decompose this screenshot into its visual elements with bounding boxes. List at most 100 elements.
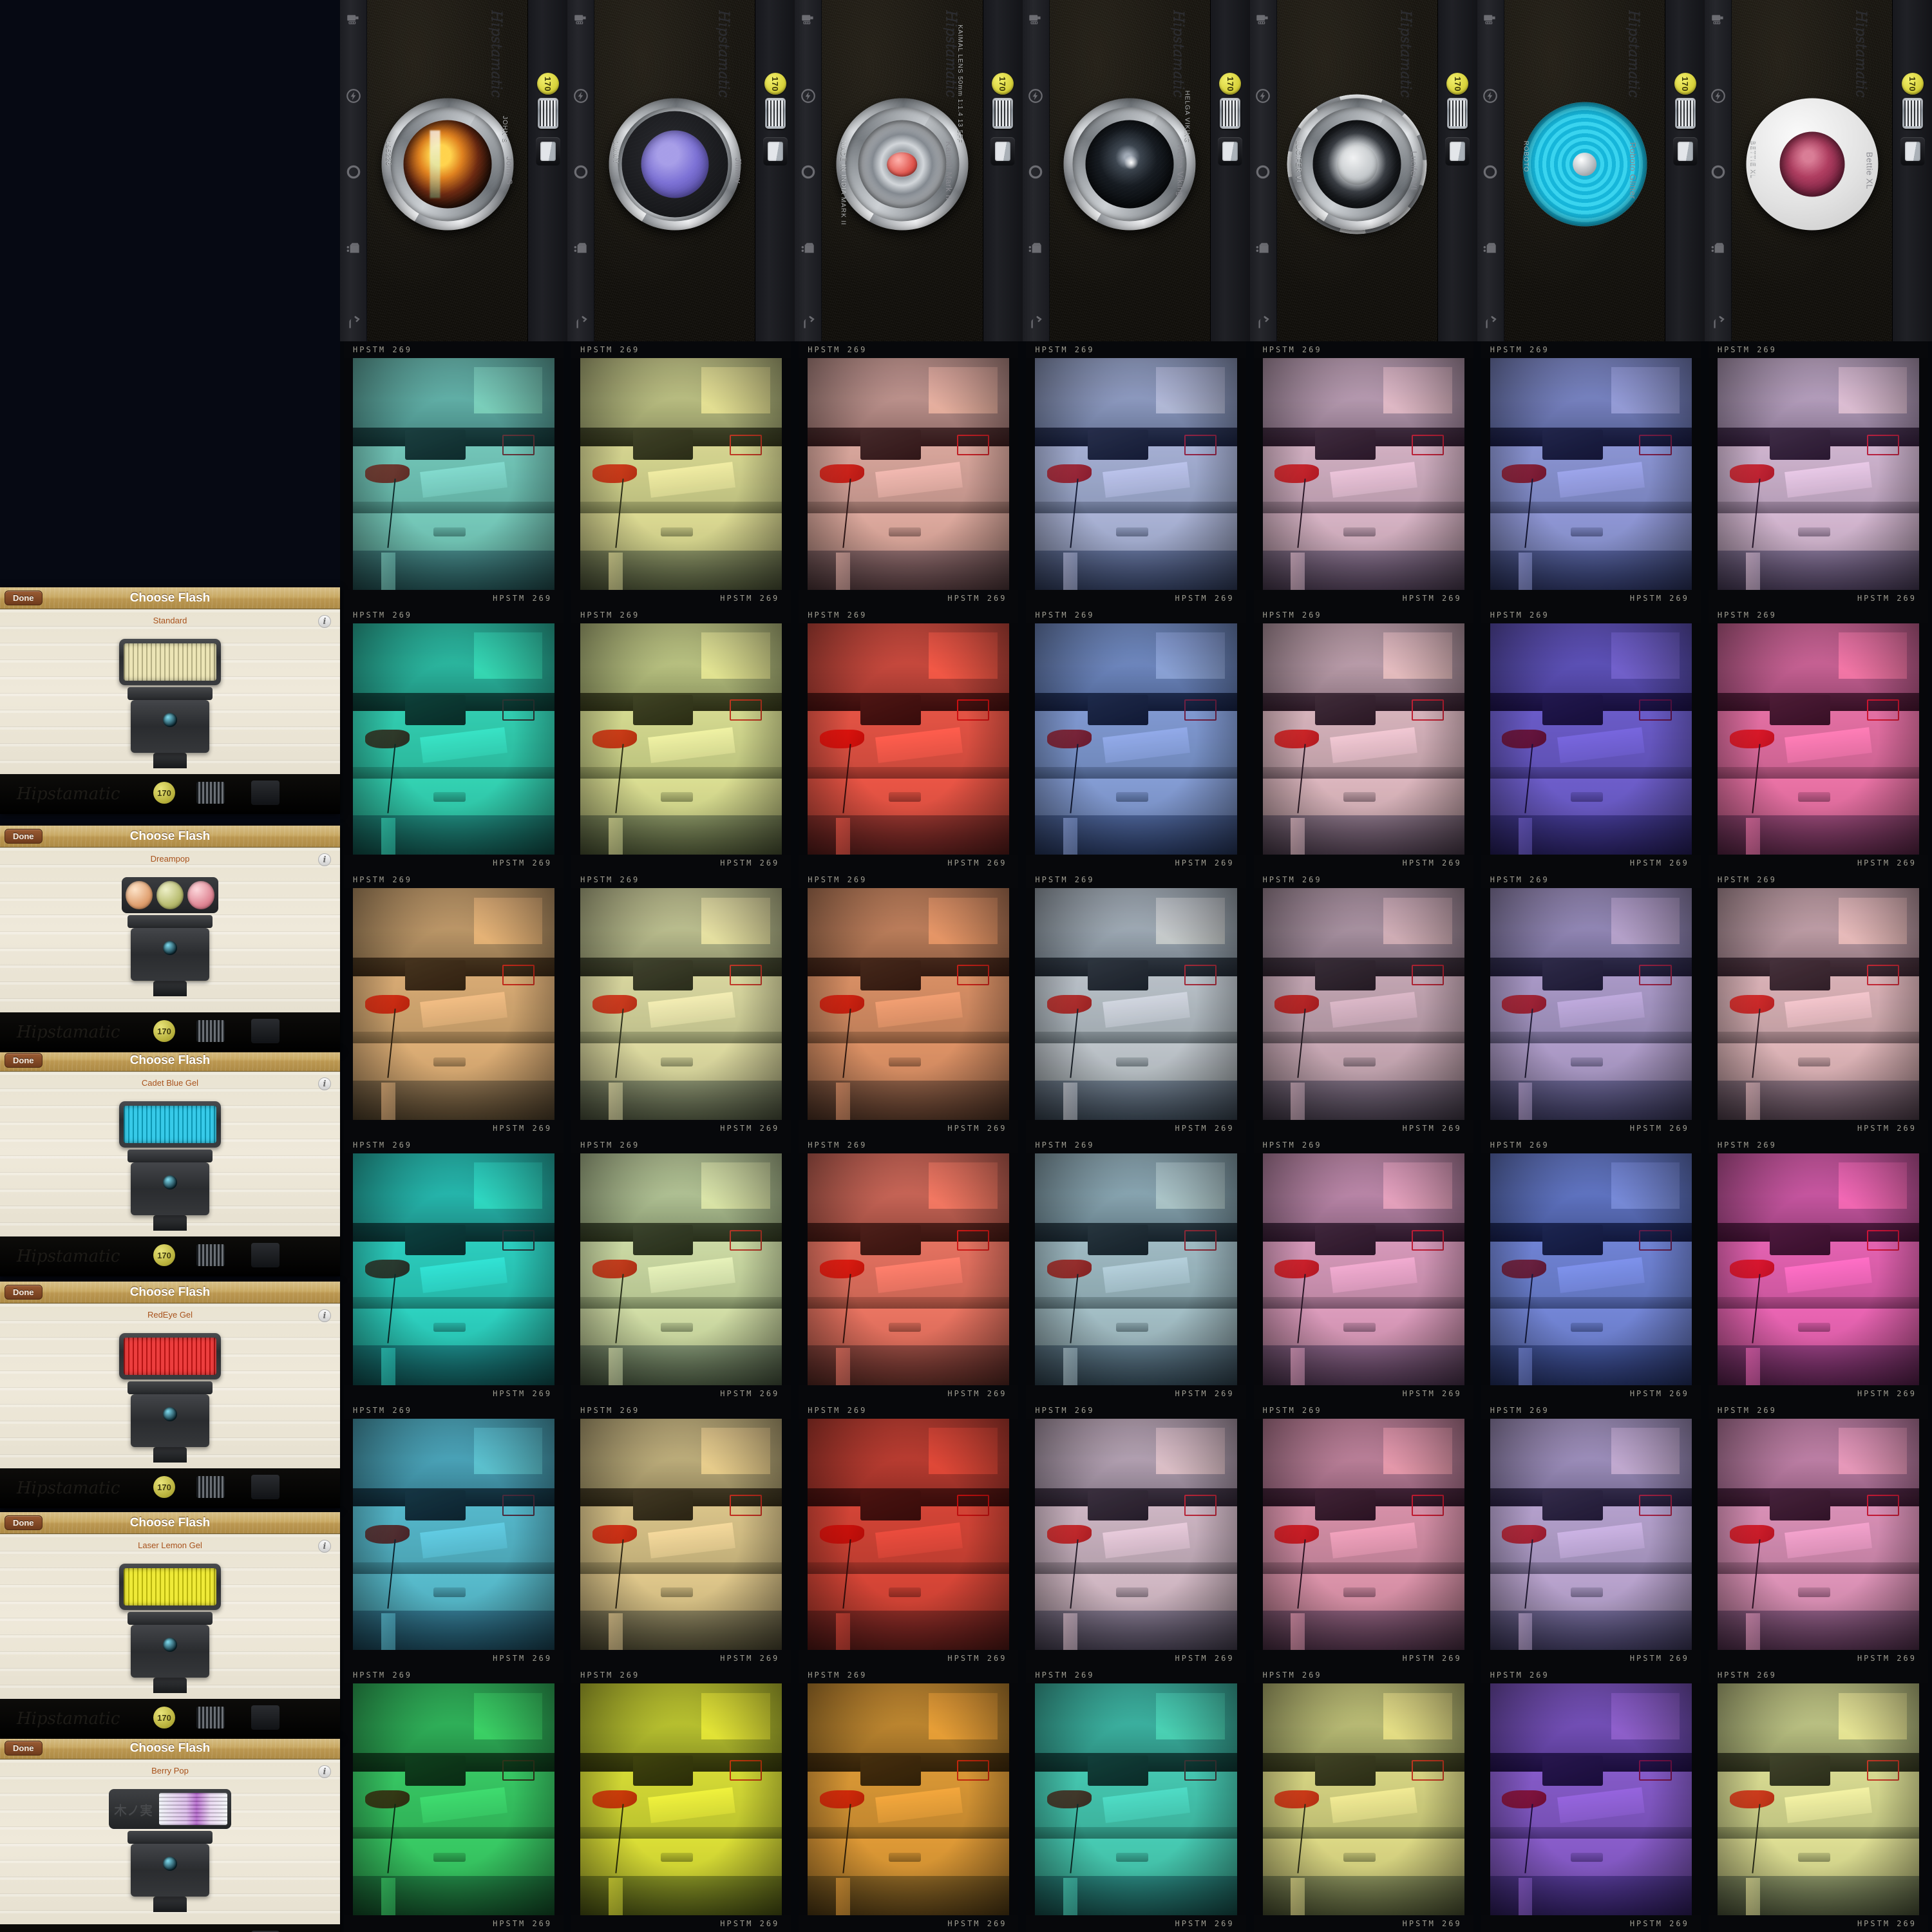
camera-right-rail[interactable]: Hipstamatic 170 (943, 0, 1023, 341)
film-roll-icon[interactable] (1482, 12, 1499, 28)
shutter-button[interactable] (1900, 137, 1925, 166)
photo-frame[interactable]: HPSTM 269 HPSTM 269 (344, 1401, 564, 1667)
photo-cell[interactable]: HPSTM 269 HPSTM 269 (1705, 606, 1932, 872)
case-icon[interactable] (1482, 240, 1499, 256)
flash-window[interactable] (1447, 98, 1468, 129)
photo-frame[interactable]: HPSTM 269 HPSTM 269 (1708, 606, 1928, 872)
photo-image[interactable] (1490, 888, 1692, 1120)
photo-cell[interactable]: HPSTM 269 HPSTM 269 (340, 1401, 567, 1667)
photo-image[interactable] (808, 1418, 1010, 1651)
photo-image[interactable] (1035, 358, 1237, 590)
camera-right-rail[interactable]: Hipstamatic 170 (1398, 0, 1477, 341)
photo-frame[interactable]: HPSTM 269 HPSTM 269 (1708, 1136, 1928, 1402)
photo-cell[interactable]: HPSTM 269 HPSTM 269 (1250, 341, 1477, 607)
photo-frame[interactable]: HPSTM 269 HPSTM 269 (1253, 606, 1473, 872)
photo-cell[interactable]: HPSTM 269 HPSTM 269 (567, 606, 795, 872)
lens-icon[interactable] (1710, 164, 1727, 180)
photo-cell[interactable]: HPSTM 269 HPSTM 269 (567, 1136, 795, 1402)
info-icon[interactable]: i (318, 1309, 331, 1322)
flash-panel-body[interactable]: Laser Lemon Gel i Hipstamatic 170 (0, 1534, 340, 1739)
camera-right-rail[interactable]: Hipstamatic 170 (1853, 0, 1932, 341)
film-speed-badge[interactable]: 170 (992, 73, 1014, 95)
choose-flash-panel[interactable]: Done Choose Flash RedEye Gel i Hipstamatic 17… (0, 1282, 340, 1508)
flip-camera-icon[interactable] (800, 316, 817, 332)
photo-image[interactable] (1262, 888, 1464, 1120)
camera-right-rail[interactable]: Hipstamatic 170 (1625, 0, 1705, 341)
photo-cell[interactable]: HPSTM 269 HPSTM 269 (1705, 1667, 1932, 1932)
photo-image[interactable] (353, 358, 555, 590)
photo-cell[interactable]: HPSTM 269 HPSTM 269 (1477, 1401, 1705, 1667)
info-icon[interactable]: i (318, 853, 331, 866)
choose-flash-panel[interactable]: Done Choose Flash Standard i Hipstamatic 170 (0, 587, 340, 814)
camera-right-rail[interactable]: Hipstamatic 170 (1170, 0, 1250, 341)
photo-image[interactable] (353, 623, 555, 855)
lens-icon[interactable] (1255, 164, 1271, 180)
photo-frame[interactable]: HPSTM 269 HPSTM 269 (1481, 606, 1701, 872)
photo-frame[interactable]: HPSTM 269 HPSTM 269 (799, 606, 1019, 872)
flash-icon[interactable] (573, 88, 589, 104)
info-icon[interactable]: i (318, 1540, 331, 1553)
case-icon[interactable] (1710, 240, 1727, 256)
photo-image[interactable] (1262, 623, 1464, 855)
photo-image[interactable] (1262, 1418, 1464, 1651)
photo-frame[interactable]: HPSTM 269 HPSTM 269 (1481, 341, 1701, 607)
flash-panel-body[interactable]: Berry Pop i 木ノ実 Hipstamatic170 (0, 1759, 340, 1932)
camera-unit[interactable]: LUCIFER VI Lucifer VI Hipstamatic 170 (1249, 0, 1477, 341)
photo-frame[interactable]: HPSTM 269 HPSTM 269 (799, 871, 1019, 1137)
case-icon[interactable] (1027, 240, 1044, 256)
photo-cell[interactable]: HPSTM 269 HPSTM 269 (1022, 606, 1249, 872)
shutter-button[interactable] (1218, 137, 1243, 166)
photo-image[interactable] (1490, 1418, 1692, 1651)
photo-cell[interactable]: HPSTM 269 HPSTM 269 (795, 871, 1022, 1137)
photo-frame[interactable]: HPSTM 269 HPSTM 269 (344, 606, 564, 872)
flash-icon[interactable] (1027, 88, 1044, 104)
photo-image[interactable] (580, 1153, 782, 1385)
photo-frame[interactable]: HPSTM 269 HPSTM 269 (1481, 1667, 1701, 1932)
photo-frame[interactable]: HPSTM 269 HPSTM 269 (571, 1136, 791, 1402)
camera-lens-strip[interactable]: 195226 JOHN S John S Hipstamatic 170 JIMMY Jim… (340, 0, 1932, 341)
lens-icon[interactable] (800, 164, 817, 180)
flash-panel-body[interactable]: Standard i Hipstamatic 170 (0, 609, 340, 814)
shutter-button[interactable] (990, 137, 1016, 166)
flash-icon[interactable] (1710, 88, 1727, 104)
lens-icon[interactable] (1482, 164, 1499, 180)
photo-cell[interactable]: HPSTM 269 HPSTM 269 (340, 606, 567, 872)
choose-flash-panel[interactable]: Done Choose Flash Dreampop i Hipstamatic 170 (0, 826, 340, 1052)
flip-camera-icon[interactable] (1710, 316, 1727, 332)
flip-camera-icon[interactable] (573, 316, 589, 332)
flash-icon[interactable] (800, 88, 817, 104)
photo-cell[interactable]: HPSTM 269 HPSTM 269 (795, 341, 1022, 607)
film-speed-badge[interactable]: 170 (1219, 73, 1242, 95)
camera-side-toolbar[interactable] (795, 0, 822, 341)
photo-frame[interactable]: HPSTM 269 HPSTM 269 (344, 1667, 564, 1932)
case-icon[interactable] (1255, 240, 1271, 256)
camera-right-rail[interactable]: Hipstamatic 170 (488, 0, 568, 341)
flip-camera-icon[interactable] (1482, 316, 1499, 332)
flash-panel-body[interactable]: Dreampop i Hipstamatic 170 (0, 848, 340, 1052)
film-speed-badge[interactable]: 170 (764, 73, 786, 95)
photo-frame[interactable]: HPSTM 269 HPSTM 269 (344, 341, 564, 607)
info-icon[interactable]: i (318, 1765, 331, 1778)
photo-frame[interactable]: HPSTM 269 HPSTM 269 (1708, 1667, 1928, 1932)
photo-image[interactable] (1717, 1153, 1919, 1385)
photo-cell[interactable]: HPSTM 269 HPSTM 269 (1477, 871, 1705, 1137)
photo-image[interactable] (1717, 623, 1919, 855)
shutter-button[interactable] (1672, 137, 1698, 166)
photo-cell[interactable]: HPSTM 269 HPSTM 269 (1022, 1401, 1249, 1667)
photo-image[interactable] (1717, 1418, 1919, 1651)
photo-cell[interactable]: HPSTM 269 HPSTM 269 (1250, 1667, 1477, 1932)
photo-frame[interactable]: HPSTM 269 HPSTM 269 (344, 871, 564, 1137)
photo-cell[interactable]: HPSTM 269 HPSTM 269 (1022, 1136, 1249, 1402)
photo-cell[interactable]: HPSTM 269 HPSTM 269 (567, 341, 795, 607)
photo-cell[interactable]: HPSTM 269 HPSTM 269 (1250, 1136, 1477, 1402)
photo-cell[interactable]: HPSTM 269 HPSTM 269 (1250, 1401, 1477, 1667)
photo-frame[interactable]: HPSTM 269 HPSTM 269 (799, 1136, 1019, 1402)
flash-unit[interactable] (119, 1101, 221, 1231)
photo-image[interactable] (808, 1683, 1010, 1915)
photo-frame[interactable]: HPSTM 269 HPSTM 269 (1253, 1136, 1473, 1402)
photo-cell[interactable]: HPSTM 269 HPSTM 269 (340, 871, 567, 1137)
photo-cell[interactable]: HPSTM 269 HPSTM 269 (795, 606, 1022, 872)
info-icon[interactable]: i (318, 615, 331, 628)
lens-assembly[interactable]: ROBOTO (1519, 99, 1651, 231)
photo-image[interactable] (1490, 623, 1692, 855)
